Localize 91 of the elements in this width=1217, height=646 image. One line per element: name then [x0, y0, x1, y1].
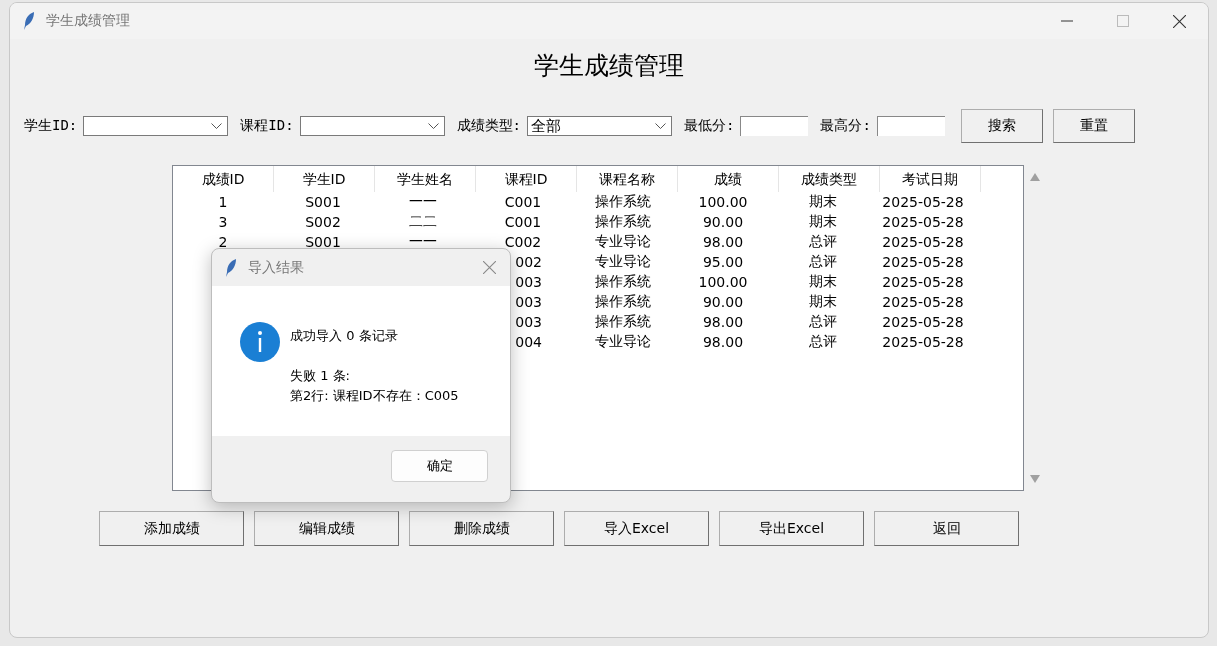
table-cell-text: 总评: [808, 233, 838, 251]
table-cell-text: 二二: [408, 213, 438, 231]
table-cell-text: 专业导论: [594, 253, 652, 271]
chevron-icon: [655, 122, 667, 130]
table-cell-text: 2: [217, 234, 229, 250]
feather-icon: [22, 11, 36, 31]
table-cell-text: 98.00: [701, 234, 745, 250]
table-cell-text: C001: [503, 194, 543, 210]
dialog-message: 失败 1 条:: [290, 367, 351, 385]
table-cell-text: C001: [503, 214, 543, 230]
table-cell-text: 专业导论: [594, 333, 652, 351]
table-cell-text: 期末: [808, 213, 838, 231]
page-heading: 学生成绩管理: [534, 50, 684, 82]
table-cell-text: C002: [503, 234, 543, 250]
action-button[interactable]: 编辑成绩: [254, 511, 399, 546]
table-cell-text: 操作系统: [594, 213, 652, 231]
table-cell-text: 004: [514, 334, 542, 350]
score-field[interactable]: [876, 116, 945, 136]
info-icon: [240, 322, 280, 362]
filter-label: 课程ID:: [240, 117, 294, 135]
table-cell-text: 总评: [808, 333, 838, 351]
table-cell-text: 003: [514, 274, 542, 290]
table-cell-text: 期末: [808, 193, 838, 211]
close-icon[interactable]: [1173, 14, 1186, 28]
chevron-icon: [211, 122, 223, 130]
column-header[interactable]: 成绩类型: [779, 166, 880, 192]
table-cell-text: 100.00: [697, 274, 749, 290]
action-button[interactable]: 导出Excel: [719, 511, 864, 546]
column-header[interactable]: 课程名称: [577, 166, 678, 192]
score-field[interactable]: [740, 116, 809, 136]
dialog-message: 第2行: 课程ID不存在：C005: [290, 387, 459, 405]
table-cell-text: 总评: [808, 313, 838, 331]
table-cell-text: 002: [514, 254, 542, 270]
filter-label: 学生ID:: [24, 117, 78, 135]
table-cell-text: 95.00: [701, 254, 745, 270]
table-cell-text: S001: [304, 194, 342, 210]
table-cell-text: 总评: [808, 253, 838, 271]
filter-button[interactable]: 搜索: [960, 109, 1043, 143]
column-header[interactable]: 学生ID: [274, 166, 375, 192]
table-cell-text: 2025-05-28: [881, 294, 965, 310]
table-cell-text: 操作系统: [594, 313, 652, 331]
ok-button[interactable]: 确定: [391, 450, 488, 482]
dropdown-field[interactable]: 全部: [527, 116, 673, 136]
table-cell-text: 2025-05-28: [881, 194, 965, 210]
action-button[interactable]: 删除成绩: [409, 511, 554, 546]
table-cell-text: 1: [217, 194, 229, 210]
chevron-icon: [427, 122, 439, 130]
table-cell-text: 003: [514, 294, 542, 310]
table-cell-text: 2025-05-28: [881, 334, 965, 350]
table-cell-text: 100.00: [697, 194, 749, 210]
dropdown-field[interactable]: [83, 116, 229, 136]
table-cell-text: 2025-05-28: [881, 254, 965, 270]
table-cell-text: 期末: [808, 273, 838, 291]
window-title: 学生成绩管理: [46, 12, 130, 30]
table-cell-text: 2025-05-28: [881, 314, 965, 330]
table-cell-text: 2025-05-28: [881, 234, 965, 250]
column-header[interactable]: 课程ID: [476, 166, 577, 192]
column-header[interactable]: 成绩ID: [173, 166, 274, 192]
table-cell-text: 操作系统: [594, 193, 652, 211]
table-cell-text: 操作系统: [594, 293, 652, 311]
table-cell-text: S002: [304, 214, 342, 230]
table-cell-text: 90.00: [701, 214, 745, 230]
scroll-up-icon[interactable]: [1030, 173, 1040, 181]
column-header[interactable]: 考试日期: [880, 166, 981, 192]
dropdown-field[interactable]: [299, 116, 445, 136]
column-header[interactable]: 成绩: [678, 166, 779, 192]
filter-button[interactable]: 重置: [1052, 109, 1135, 143]
column-header[interactable]: 学生姓名: [375, 166, 476, 192]
table-cell-text: 专业导论: [594, 233, 652, 251]
filter-label: 最高分:: [820, 117, 871, 135]
table-cell-text: 90.00: [701, 294, 745, 310]
table-cell-text: 98.00: [701, 314, 745, 330]
table-cell-text: 一一: [408, 233, 438, 251]
table-cell-text: 2025-05-28: [881, 274, 965, 290]
action-button[interactable]: 返回: [874, 511, 1019, 546]
filter-label: 最低分:: [684, 117, 735, 135]
table-cell-text: 操作系统: [594, 273, 652, 291]
feather-icon: [224, 257, 238, 278]
table-cell-text: 3: [217, 214, 229, 230]
dialog-message: 成功导入 0 条记录: [290, 327, 399, 345]
table-cell-text: 一一: [408, 193, 438, 211]
table-cell-text: 98.00: [701, 334, 745, 350]
scroll-down-icon[interactable]: [1030, 475, 1040, 483]
action-button[interactable]: 导入Excel: [564, 511, 709, 546]
action-button[interactable]: 添加成绩: [99, 511, 244, 546]
table-cell-text: 期末: [808, 293, 838, 311]
table-cell-text: S001: [304, 234, 342, 250]
table-cell-text: 003: [514, 314, 542, 330]
table-cell-text: 2025-05-28: [881, 214, 965, 230]
dialog-title: 导入结果: [248, 258, 304, 277]
filter-label: 成绩类型:: [456, 117, 522, 135]
